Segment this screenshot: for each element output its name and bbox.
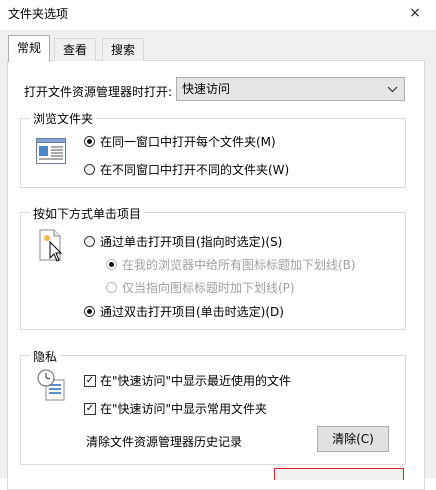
checkbox-recent-files-label: 在"快速访问"中显示最近使用的文件 xyxy=(100,374,292,388)
restore-defaults-button-partial[interactable] xyxy=(274,468,404,480)
radio-double-click-label: 通过双击打开项目(单击时选定)(D) xyxy=(100,305,284,319)
checkbox-recent-files[interactable]: ✓ 在"快速访问"中显示最近使用的文件 xyxy=(84,372,291,389)
radio-underline-hover[interactable]: 仅当指向图标标题时加下划线(P) xyxy=(106,279,295,296)
radio-different-window[interactable]: 在不同窗口中打开不同的文件夹(W) xyxy=(84,161,289,178)
radio-underline-hover-label: 仅当指向图标标题时加下划线(P) xyxy=(122,281,295,295)
tab-general[interactable]: 常规 xyxy=(8,35,51,62)
radio-double-click[interactable]: 通过双击打开项目(单击时选定)(D) xyxy=(84,303,284,320)
radio-same-window[interactable]: 在同一窗口中打开每个文件夹(M) xyxy=(84,133,276,150)
window-title: 文件夹选项 xyxy=(8,7,69,21)
tab-search[interactable]: 搜索 xyxy=(102,38,145,61)
checkbox-frequent-folders[interactable]: ✓ 在"快速访问"中显示常用文件夹 xyxy=(84,400,267,417)
radio-dot xyxy=(106,259,117,270)
radio-dot xyxy=(84,306,95,317)
radio-single-click[interactable]: 通过单击打开项目(指向时选定)(S) xyxy=(84,233,282,250)
clear-button[interactable]: 清除(C) xyxy=(317,426,389,452)
chevron-down-icon xyxy=(387,78,398,107)
radio-underline-always-label: 在我的浏览器中给所有图标标题加下划线(B) xyxy=(122,258,356,272)
radio-dot xyxy=(84,236,95,247)
radio-same-window-label: 在同一窗口中打开每个文件夹(M) xyxy=(100,135,276,149)
radio-dot xyxy=(106,282,117,293)
click-items-title: 按如下方式单击项目 xyxy=(30,205,145,222)
close-button[interactable]: × xyxy=(394,0,436,30)
clear-history-label: 清除文件资源管理器历史记录 xyxy=(86,435,243,449)
privacy-title: 隐私 xyxy=(30,348,61,365)
open-explorer-select[interactable]: 快速访问 xyxy=(176,77,405,101)
radio-single-click-label: 通过单击打开项目(指向时选定)(S) xyxy=(100,235,283,249)
radio-dot xyxy=(84,136,95,147)
checkmark-icon: ✓ xyxy=(84,374,96,387)
radio-underline-always[interactable]: 在我的浏览器中给所有图标标题加下划线(B) xyxy=(106,256,356,273)
open-explorer-value: 快速访问 xyxy=(182,82,231,96)
checkbox-frequent-folders-label: 在"快速访问"中显示常用文件夹 xyxy=(100,402,268,416)
clock-documents-icon xyxy=(36,368,68,405)
folder-window-icon xyxy=(36,138,66,167)
browse-folders-title: 浏览文件夹 xyxy=(30,110,97,127)
cursor-click-icon xyxy=(38,228,66,267)
radio-dot xyxy=(84,164,95,175)
radio-different-window-label: 在不同窗口中打开不同的文件夹(W) xyxy=(100,163,290,177)
title-bar: 文件夹选项 × xyxy=(0,0,436,30)
checkmark-icon: ✓ xyxy=(84,402,96,415)
tab-view[interactable]: 查看 xyxy=(54,38,97,61)
open-explorer-label: 打开文件资源管理器时打开: xyxy=(24,85,173,99)
